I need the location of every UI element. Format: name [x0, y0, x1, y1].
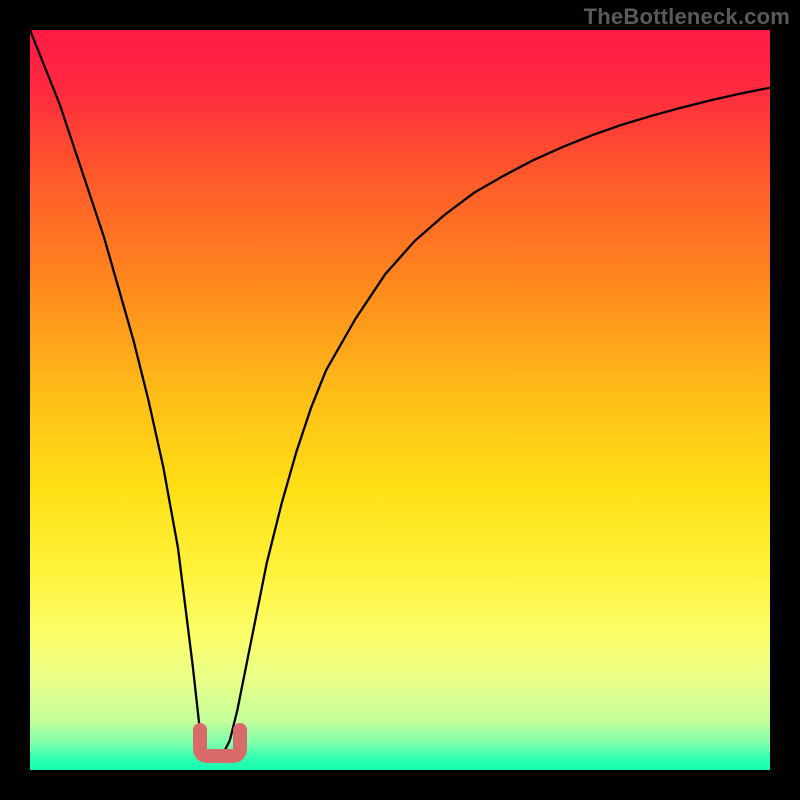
- plot-area: [30, 30, 770, 770]
- highlight-u-marker: [200, 730, 240, 756]
- curve-right-branch: [215, 88, 770, 759]
- curve-layer: [30, 30, 770, 770]
- curve-left-branch: [30, 30, 215, 759]
- watermark-text: TheBottleneck.com: [584, 4, 790, 30]
- chart-frame: TheBottleneck.com: [0, 0, 800, 800]
